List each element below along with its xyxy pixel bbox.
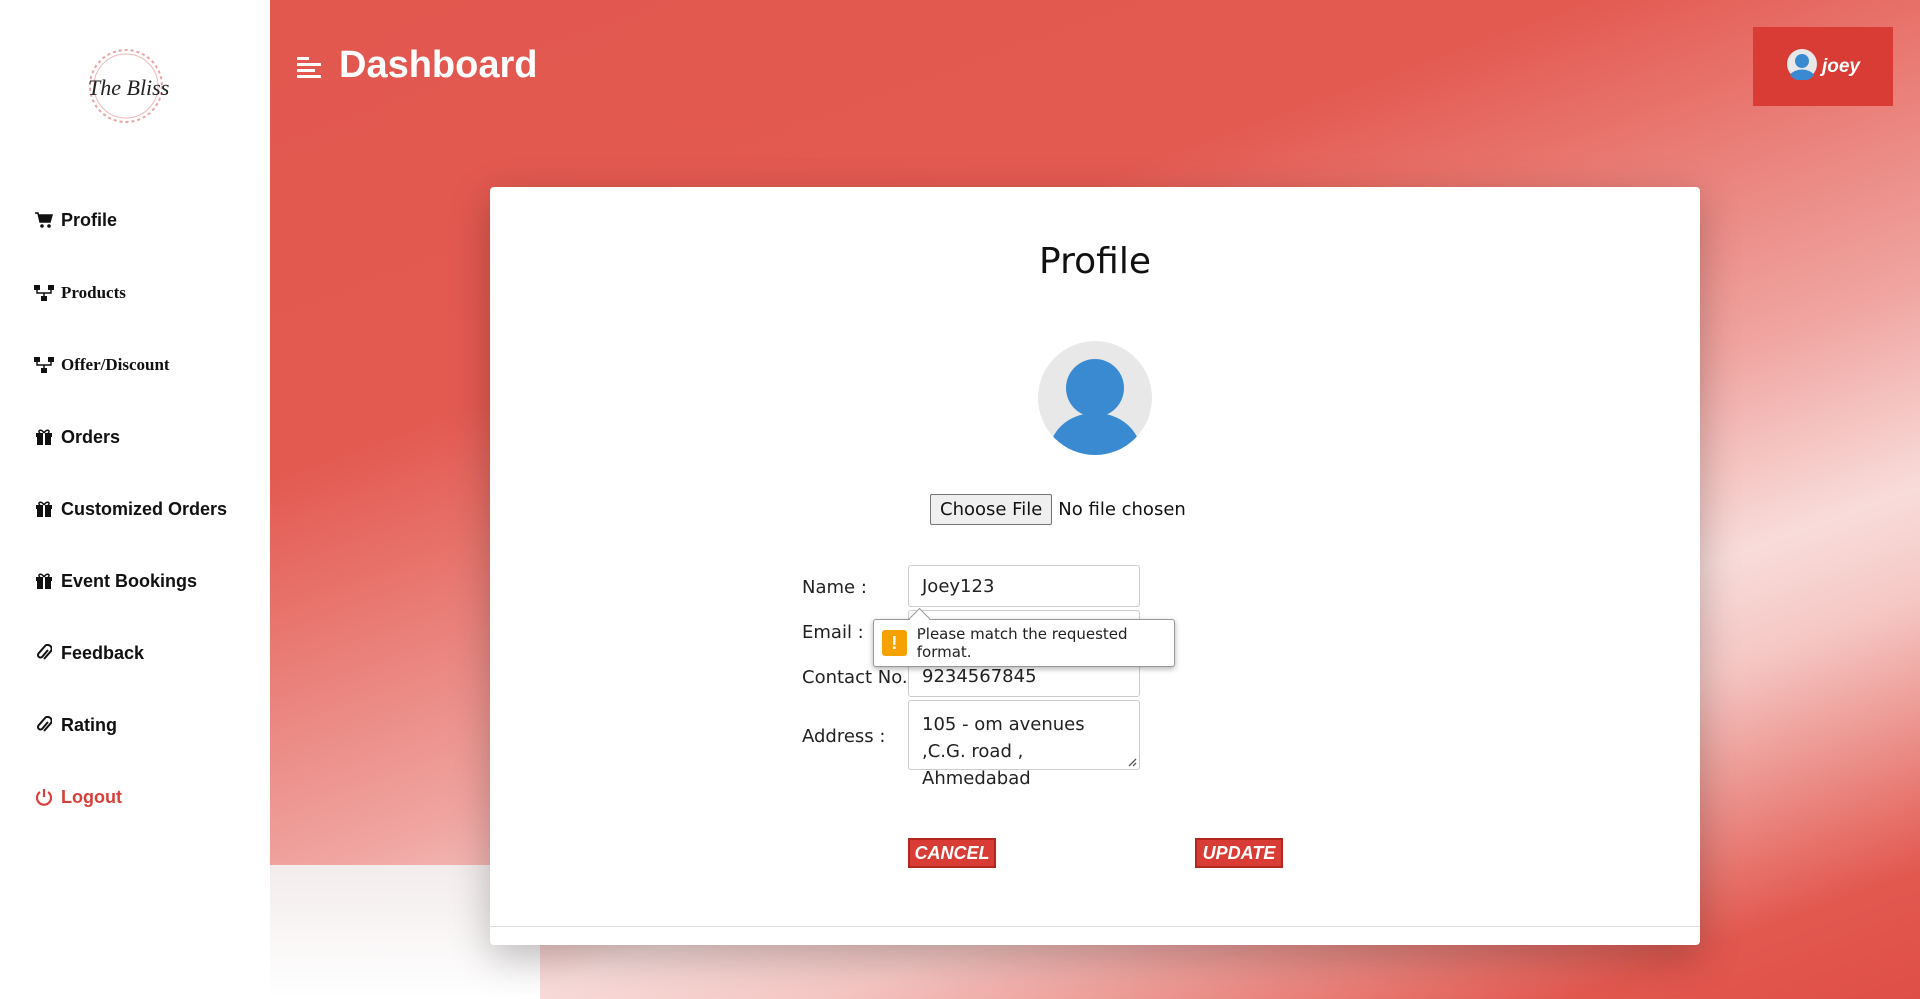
name-field[interactable]: Joey123 [908, 565, 1140, 607]
divider [490, 926, 1700, 927]
sidebar-item-profile[interactable]: Profile [33, 205, 117, 235]
warning-icon: ! [882, 630, 907, 656]
sidebar-item-event-bookings[interactable]: Event Bookings [33, 566, 197, 596]
cancel-button[interactable]: CANCEL [908, 838, 996, 868]
gift-icon [33, 570, 55, 592]
profile-avatar [1038, 341, 1152, 455]
sidebar-item-products[interactable]: Products [33, 278, 126, 308]
profile-title: Profile [1039, 241, 1151, 282]
address-field[interactable]: 105 - om avenues ,C.G. road , Ahmedabad [908, 700, 1140, 789]
cart-icon [33, 209, 55, 231]
update-button[interactable]: UPDATE [1195, 838, 1283, 868]
gift-icon [33, 498, 55, 520]
email-label: Email : [802, 622, 864, 643]
sidebar-item-label: Event Bookings [61, 570, 198, 591]
sidebar-item-orders[interactable]: Orders [33, 422, 120, 452]
file-status: No file chosen [1058, 499, 1186, 520]
sidebar: The Bliss Profile Products Offer/Discoun… [0, 0, 270, 999]
gift-icon [33, 426, 55, 448]
paperclip-icon [33, 642, 55, 664]
sidebar-item-label: Feedback [61, 642, 145, 663]
sidebar-item-label: Profile [61, 209, 118, 230]
choose-file-button[interactable]: Choose File [930, 494, 1053, 525]
profile-card: Profile Choose File No file chosen Name … [490, 187, 1700, 945]
sidebar-item-rating[interactable]: Rating [33, 710, 117, 740]
name-label: Name : [802, 577, 867, 598]
sidebar-item-label: Orders [61, 426, 121, 447]
sidebar-item-logout[interactable]: Logout [33, 782, 122, 812]
user-menu-button[interactable]: joey [1753, 27, 1893, 106]
validation-message: Please match the requested format. [916, 625, 1128, 661]
sidebar-item-label: Rating [61, 714, 117, 735]
address-text: 105 - om avenues ,C.G. road , Ahmedabad [922, 714, 1085, 789]
sidebar-item-label: Customized Orders [61, 498, 228, 519]
sidebar-item-label: Offer/Discount [61, 355, 170, 374]
contact-label: Contact No. : [802, 667, 920, 688]
power-icon [33, 786, 55, 808]
resize-handle-icon[interactable] [1125, 755, 1137, 767]
sidebar-item-label: Logout [61, 786, 122, 807]
address-label: Address : [802, 726, 886, 747]
user-avatar-icon [1786, 48, 1818, 85]
file-upload: Choose File No file chosen [930, 494, 1186, 525]
validation-tooltip: ! Please match the requested format. [873, 619, 1175, 667]
logo[interactable]: The Bliss [78, 44, 170, 128]
sidebar-item-offer-discount[interactable]: Offer/Discount [33, 350, 170, 380]
sidebar-item-label: Products [61, 283, 126, 302]
menu-toggle-icon[interactable] [297, 55, 321, 79]
sitemap-icon [33, 282, 55, 304]
paperclip-icon [33, 714, 55, 736]
page-title: Dashboard [339, 44, 538, 86]
sidebar-item-customized-orders[interactable]: Customized Orders [33, 494, 227, 524]
user-name: joey [1821, 55, 1861, 77]
logo-text: The Bliss [88, 75, 169, 100]
sitemap-icon [33, 354, 55, 376]
sidebar-item-feedback[interactable]: Feedback [33, 638, 144, 668]
